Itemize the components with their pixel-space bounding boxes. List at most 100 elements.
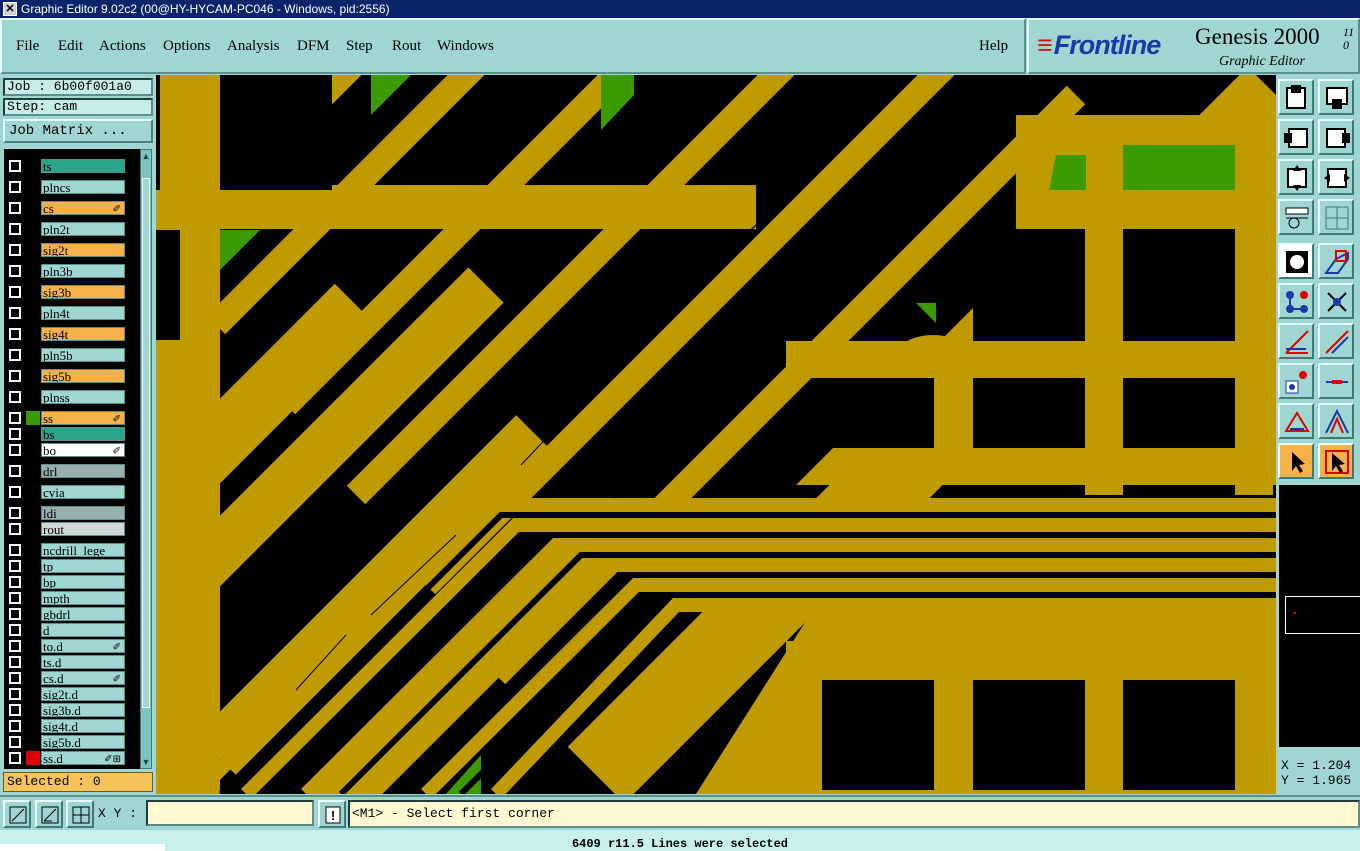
select-surface-button[interactable] bbox=[1318, 243, 1354, 279]
overview-frame[interactable] bbox=[1285, 596, 1360, 634]
layer-row[interactable]: ts.d bbox=[4, 655, 140, 669]
scroll-thumb[interactable] bbox=[142, 178, 150, 708]
fill-bottom-button[interactable] bbox=[1318, 79, 1354, 115]
layer-row[interactable]: sig3b.d bbox=[4, 703, 140, 717]
layer-row[interactable]: pln3b bbox=[4, 264, 140, 278]
pointer-select-button[interactable] bbox=[1318, 443, 1354, 479]
line-button[interactable] bbox=[1318, 323, 1354, 359]
pad-select-button[interactable] bbox=[1278, 363, 1314, 399]
layer-checkbox[interactable] bbox=[9, 688, 21, 700]
menu-analysis[interactable]: Analysis bbox=[227, 38, 280, 55]
layer-name[interactable]: to.d ✐ bbox=[41, 639, 125, 653]
layer-checkbox[interactable] bbox=[9, 160, 21, 172]
layer-row[interactable]: gbdrl bbox=[4, 607, 140, 621]
zoom-area-button[interactable] bbox=[3, 800, 31, 828]
layer-row[interactable]: drl bbox=[4, 464, 140, 478]
layer-name[interactable]: mpth bbox=[41, 591, 125, 605]
scroll-up-icon[interactable]: ▲ bbox=[141, 150, 151, 162]
layer-name[interactable]: d bbox=[41, 623, 125, 637]
layer-checkbox[interactable] bbox=[9, 412, 21, 424]
layer-checkbox[interactable] bbox=[9, 640, 21, 652]
layer-name[interactable]: rout bbox=[41, 522, 125, 536]
layer-row[interactable]: d bbox=[4, 623, 140, 637]
layer-row[interactable]: pln5b bbox=[4, 348, 140, 362]
layer-row[interactable]: mpth bbox=[4, 591, 140, 605]
layer-name[interactable]: sig4t.d bbox=[41, 719, 125, 733]
layer-checkbox[interactable] bbox=[9, 576, 21, 588]
layer-row[interactable]: cs ✐ bbox=[4, 201, 140, 215]
menu-help[interactable]: Help bbox=[979, 38, 1008, 55]
layer-checkbox[interactable] bbox=[9, 720, 21, 732]
layer-row[interactable]: rout bbox=[4, 522, 140, 536]
layer-checkbox[interactable] bbox=[9, 428, 21, 440]
layer-checkbox[interactable] bbox=[9, 560, 21, 572]
layer-name[interactable]: ncdrill_lege bbox=[41, 543, 125, 557]
fill-top-button[interactable] bbox=[1278, 79, 1314, 115]
layer-checkbox[interactable] bbox=[9, 223, 21, 235]
layer-name[interactable]: sig3b.d bbox=[41, 703, 125, 717]
select-pad-button[interactable] bbox=[1278, 243, 1314, 279]
layer-checkbox[interactable] bbox=[9, 592, 21, 604]
layer-checkbox[interactable] bbox=[9, 349, 21, 361]
menu-rout[interactable]: Rout bbox=[392, 38, 421, 55]
layer-checkbox[interactable] bbox=[9, 736, 21, 748]
layer-row[interactable]: ncdrill_lege bbox=[4, 543, 140, 557]
layer-checkbox[interactable] bbox=[9, 465, 21, 477]
layer-name[interactable]: ts.d bbox=[41, 655, 125, 669]
layer-checkbox[interactable] bbox=[9, 391, 21, 403]
graphic-canvas[interactable] bbox=[156, 75, 1276, 794]
layer-row[interactable]: sig5b.d bbox=[4, 735, 140, 749]
layer-row[interactable]: sig4t bbox=[4, 327, 140, 341]
layer-name[interactable]: cs.d ✐ bbox=[41, 671, 125, 685]
menu-windows[interactable]: Windows bbox=[437, 38, 494, 55]
layer-row[interactable]: sig4t.d bbox=[4, 719, 140, 733]
layer-row[interactable]: bp bbox=[4, 575, 140, 589]
pointer-button[interactable] bbox=[1278, 443, 1314, 479]
triangle-button[interactable] bbox=[1278, 403, 1314, 439]
layer-name[interactable]: ss ✐ bbox=[41, 411, 125, 425]
menu-actions[interactable]: Actions bbox=[99, 38, 146, 55]
job-matrix-button[interactable]: Job Matrix ... bbox=[3, 119, 153, 143]
layer-name[interactable]: ldi bbox=[41, 506, 125, 520]
layer-checkbox[interactable] bbox=[9, 444, 21, 456]
layer-name[interactable]: bs bbox=[41, 427, 125, 441]
fill-right-button[interactable] bbox=[1318, 119, 1354, 155]
layer-row[interactable]: plnss bbox=[4, 390, 140, 404]
spike-button[interactable] bbox=[1318, 403, 1354, 439]
layer-name[interactable]: plncs bbox=[41, 180, 125, 194]
layer-name[interactable]: cvia bbox=[41, 485, 125, 499]
layer-name[interactable]: sig2t bbox=[41, 243, 125, 257]
layer-row[interactable]: sig5b bbox=[4, 369, 140, 383]
layer-name[interactable]: sig5b bbox=[41, 369, 125, 383]
fill-left-button[interactable] bbox=[1278, 119, 1314, 155]
layer-row[interactable]: cs.d ✐ bbox=[4, 671, 140, 685]
layer-checkbox[interactable] bbox=[9, 624, 21, 636]
layer-checkbox[interactable] bbox=[9, 265, 21, 277]
layer-name[interactable]: gbdrl bbox=[41, 607, 125, 621]
grid-view-button[interactable] bbox=[1318, 199, 1354, 235]
layer-name[interactable]: sig2t.d bbox=[41, 687, 125, 701]
pcb-artwork[interactable] bbox=[156, 75, 1276, 794]
fit-horizontal-button[interactable] bbox=[1318, 159, 1354, 195]
layer-name[interactable]: tp bbox=[41, 559, 125, 573]
scroll-down-icon[interactable]: ▼ bbox=[141, 756, 151, 768]
layer-row[interactable]: pln4t bbox=[4, 306, 140, 320]
snap-grid-button[interactable] bbox=[66, 800, 94, 828]
layer-checkbox[interactable] bbox=[9, 181, 21, 193]
layer-checkbox[interactable] bbox=[9, 370, 21, 382]
layer-name[interactable]: cs ✐ bbox=[41, 201, 125, 215]
app-icon[interactable]: ✕ bbox=[3, 2, 17, 16]
layer-checkbox[interactable] bbox=[9, 244, 21, 256]
layer-checkbox[interactable] bbox=[9, 523, 21, 535]
layer-list[interactable]: ts plncs cs ✐ pln2t sig2t pln3b sig3b pln4t sig4t… bbox=[4, 149, 140, 769]
layer-row[interactable]: sig2t.d bbox=[4, 687, 140, 701]
xy-input[interactable] bbox=[146, 800, 314, 826]
layer-checkbox[interactable] bbox=[9, 486, 21, 498]
measure-button[interactable] bbox=[35, 800, 63, 828]
layer-name[interactable]: plnss bbox=[41, 390, 125, 404]
layer-checkbox[interactable] bbox=[9, 286, 21, 298]
menu-options[interactable]: Options bbox=[163, 38, 211, 55]
layer-checkbox[interactable] bbox=[9, 672, 21, 684]
layer-checkbox[interactable] bbox=[9, 507, 21, 519]
layer-checkbox[interactable] bbox=[9, 608, 21, 620]
